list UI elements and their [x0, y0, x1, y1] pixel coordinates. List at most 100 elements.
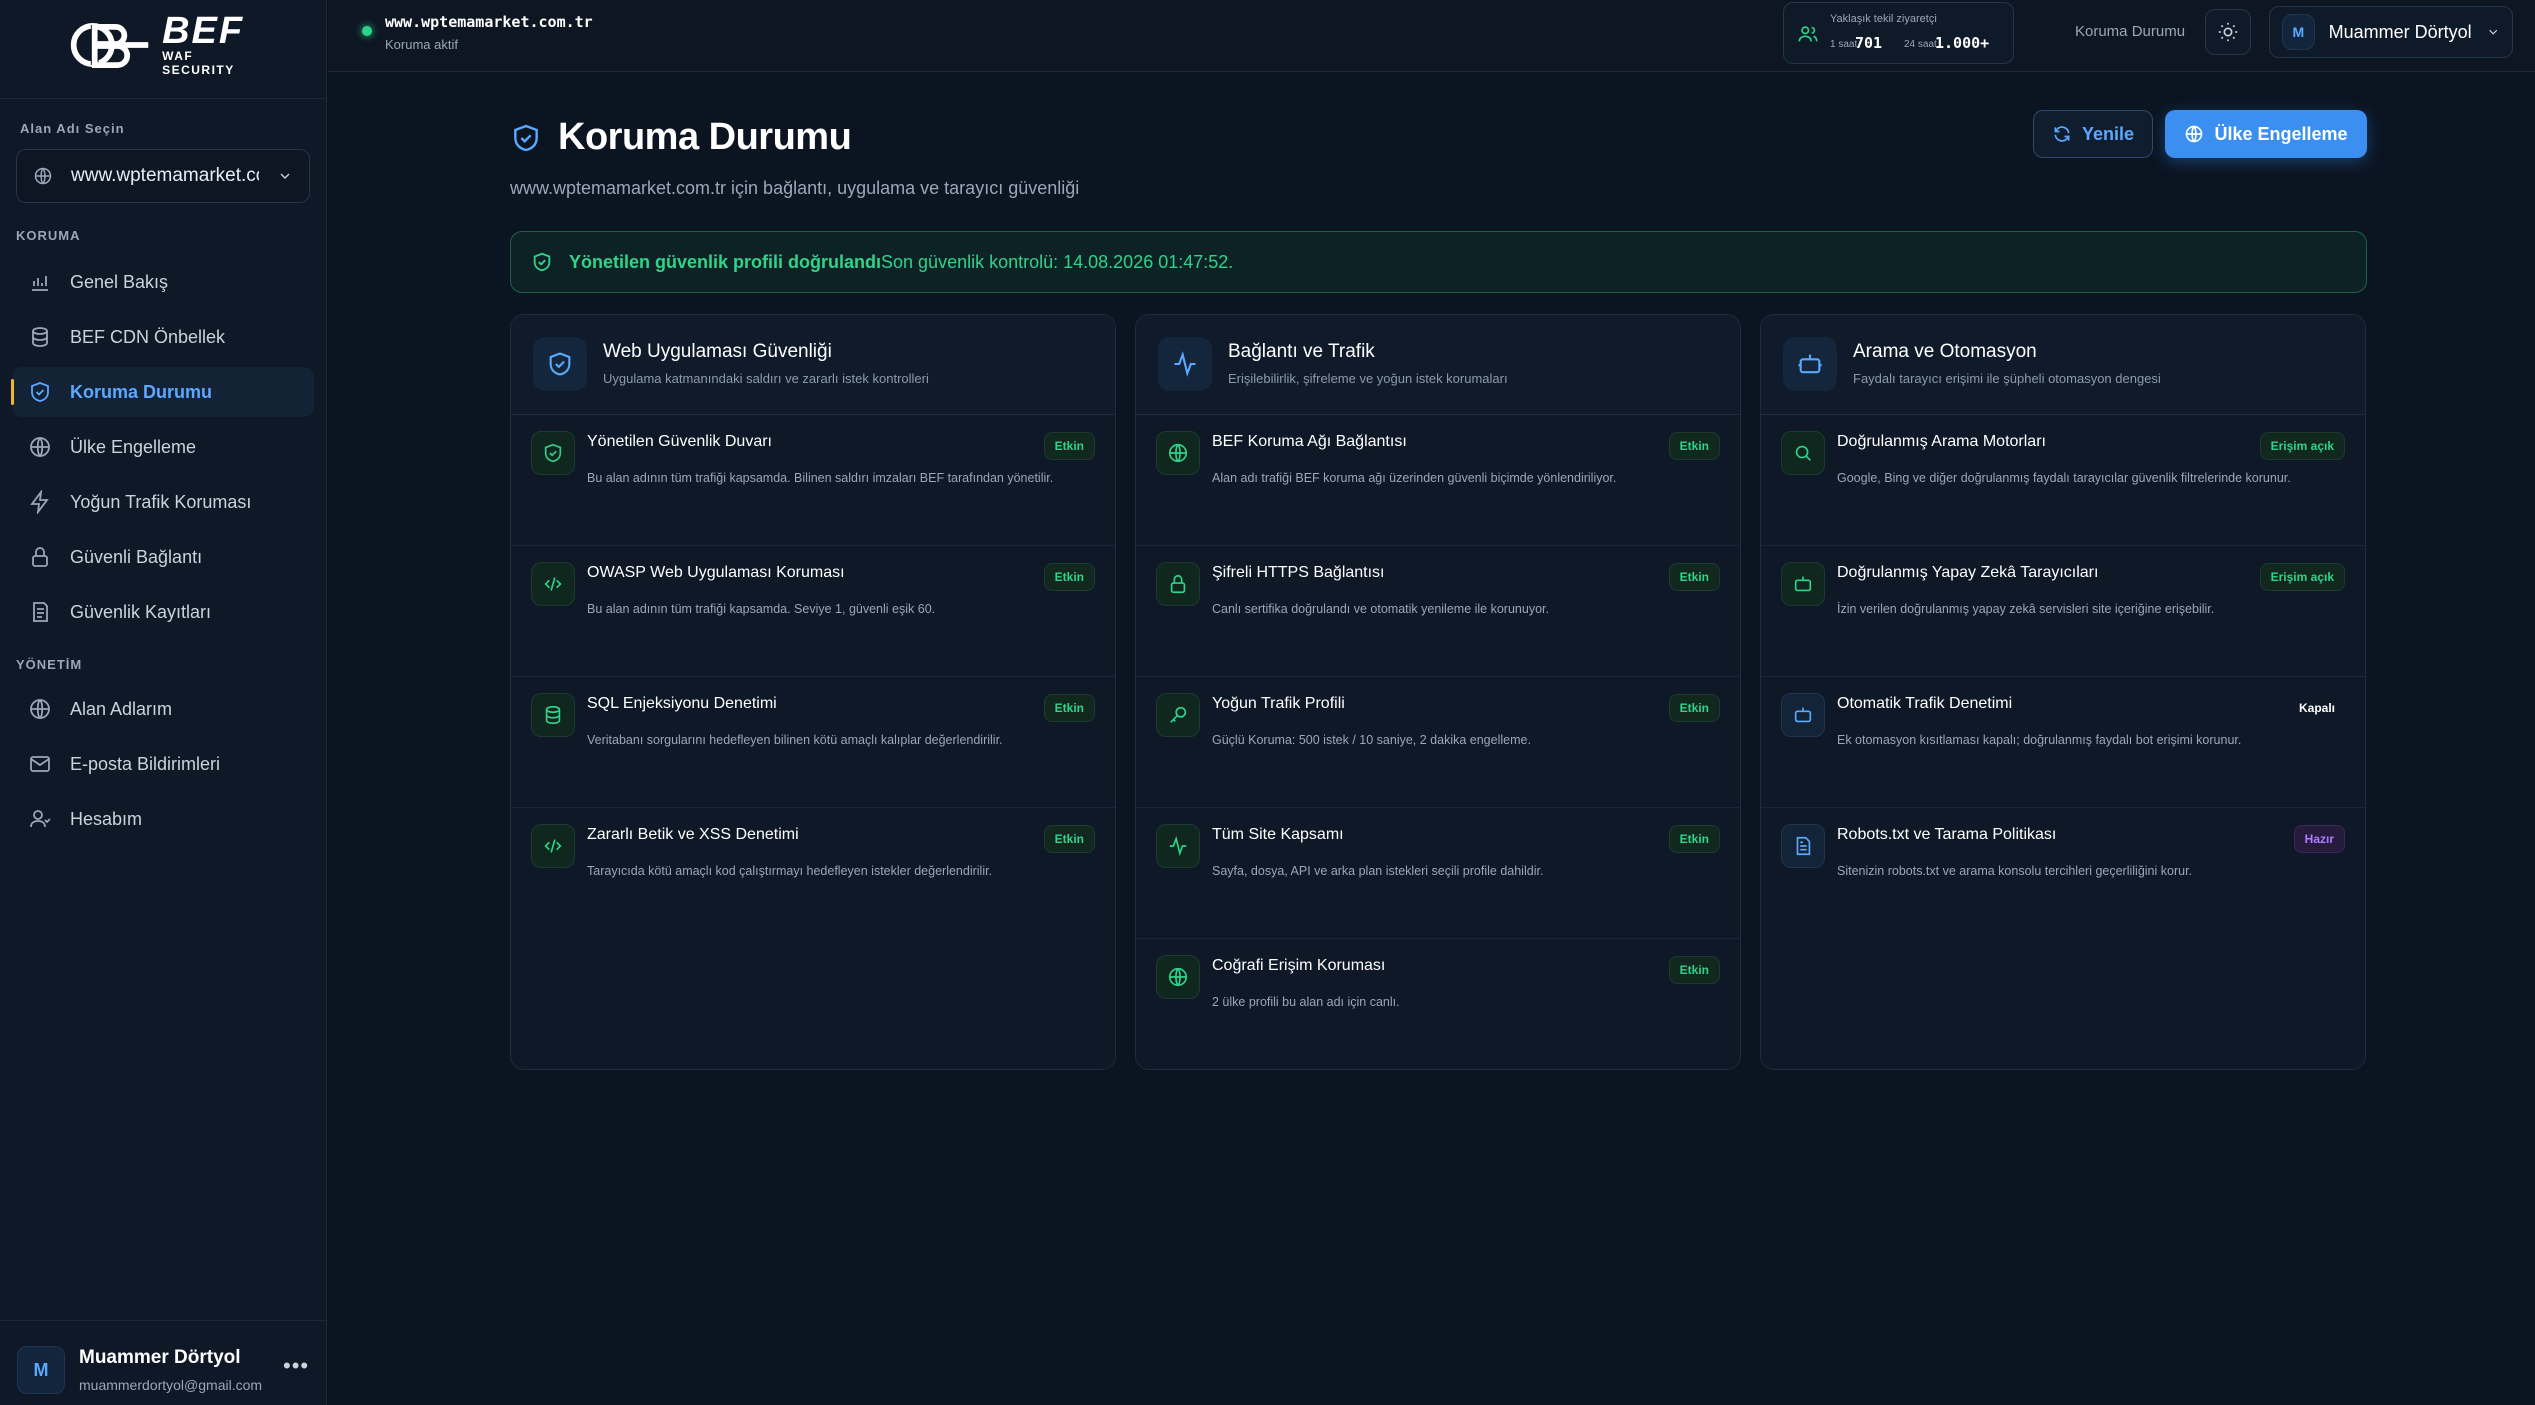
- section-label-yonetim: YÖNETİM: [16, 657, 83, 672]
- status-badge: Erişim açık: [2259, 432, 2345, 460]
- avatar[interactable]: M: [17, 1346, 65, 1394]
- domain-select[interactable]: www.wptemamarket.com.tr: [16, 149, 310, 203]
- chevron-down-icon: [280, 173, 290, 179]
- avatar: M: [2282, 14, 2315, 50]
- globe-icon: [1156, 955, 1200, 999]
- status-badge: Etkin: [1043, 694, 1095, 722]
- sidebar-item-secure-connection[interactable]: Güvenli Bağlantı: [12, 532, 314, 582]
- list-item: Doğrulanmış Arama Motorları Google, Bing…: [1761, 415, 2365, 546]
- current-page-label: Koruma Durumu: [2075, 23, 2186, 40]
- domain-select-value: www.wptemamarket.com.tr: [71, 165, 259, 186]
- robot-icon: [1781, 693, 1825, 737]
- status-badge: Etkin: [1668, 563, 1720, 591]
- activity-icon: [1158, 337, 1212, 391]
- section-label-koruma: KORUMA: [16, 228, 81, 243]
- card-connection-traffic: Bağlantı ve Trafik Erişilebilirlik, şifr…: [1135, 314, 1741, 1070]
- list-item: Coğrafi Erişim Koruması 2 ülke profili b…: [1136, 939, 1740, 1069]
- refresh-icon: [2054, 126, 2070, 142]
- item-title: Doğrulanmış Arama Motorları: [1837, 433, 2046, 450]
- sidebar-item-protection-status[interactable]: Koruma Durumu: [11, 367, 314, 417]
- visitors-title: Yaklaşık tekil ziyaretçi: [1830, 13, 1937, 25]
- user-menu-name: Muammer Dörtyol: [2328, 21, 2472, 42]
- card-title: Web Uygulaması Güvenliği: [603, 341, 832, 362]
- card-web-application-security: Web Uygulaması Güvenliği Uygulama katman…: [510, 314, 1116, 1070]
- card-header: Bağlantı ve Trafik Erişilebilirlik, şifr…: [1136, 315, 1740, 415]
- sidebar-item-label: Alan Adlarım: [70, 698, 173, 719]
- sidebar-item-cdn-cache[interactable]: BEF CDN Önbellek: [12, 312, 314, 362]
- card-title: Arama ve Otomasyon: [1853, 341, 2037, 362]
- status-badge: Etkin: [1668, 956, 1720, 984]
- item-title: SQL Enjeksiyonu Denetimi: [587, 695, 777, 712]
- sidebar-divider: [0, 98, 327, 99]
- code-icon: [531, 824, 575, 868]
- item-title: Robots.txt ve Tarama Politikası: [1837, 826, 2057, 843]
- theme-toggle-button[interactable]: [2205, 9, 2251, 55]
- status-dot-icon: [362, 26, 372, 36]
- sidebar-item-domains[interactable]: Alan Adlarım: [12, 684, 314, 734]
- sidebar-item-country-block[interactable]: Ülke Engelleme: [12, 422, 314, 472]
- sidebar-item-overview[interactable]: Genel Bakış: [12, 257, 314, 307]
- status-badge: Etkin: [1043, 563, 1095, 591]
- list-item: Şifreli HTTPS Bağlantısı Canlı sertifika…: [1136, 546, 1740, 677]
- site-status: Koruma aktif: [385, 37, 458, 52]
- refresh-button[interactable]: Yenile: [2033, 110, 2153, 158]
- page-header: Koruma Durumu: [510, 116, 852, 159]
- bef-logo-icon: [70, 23, 149, 68]
- site-url: www.wptemamarket.com.tr: [385, 13, 593, 31]
- sidebar-item-label: BEF CDN Önbellek: [70, 326, 226, 347]
- sidebar: BEF WAF SECURITY Alan Adı Seçin www.wpte…: [0, 0, 327, 1405]
- sidebar-item-label: E-posta Bildirimleri: [70, 753, 221, 774]
- item-description: Veritabanı sorgularını hedefleyen biline…: [587, 733, 1003, 747]
- card-subtitle: Faydalı tarayıcı erişimi ile şüpheli oto…: [1853, 371, 2161, 386]
- status-badge: Etkin: [1668, 432, 1720, 460]
- item-description: Sitenizin robots.txt ve arama konsolu te…: [1837, 864, 2193, 878]
- lock-icon: [1156, 562, 1200, 606]
- users-icon: [1798, 26, 1818, 42]
- item-description: Tarayıcıda kötü amaçlı kod çalıştırmayı …: [587, 864, 993, 878]
- shield-check-icon: [533, 337, 587, 391]
- user-email: muammerdortyol@gmail.com: [79, 1377, 263, 1393]
- user-menu-button[interactable]: M Muammer Dörtyol: [2269, 6, 2513, 58]
- sidebar-item-heavy-traffic[interactable]: Yoğun Trafik Koruması: [12, 477, 314, 527]
- card-header: Arama ve Otomasyon Faydalı tarayıcı eriş…: [1761, 315, 2365, 415]
- list-item: Tüm Site Kapsamı Sayfa, dosya, API ve ar…: [1136, 808, 1740, 939]
- item-description: Canlı sertifika doğrulandı ve otomatik y…: [1212, 602, 1549, 616]
- document-icon: [1781, 824, 1825, 868]
- brand-logo[interactable]: BEF WAF SECURITY: [66, 12, 266, 77]
- sidebar-item-label: Hesabım: [70, 808, 143, 829]
- card-subtitle: Uygulama katmanındaki saldırı ve zararlı…: [603, 371, 929, 386]
- user-icon: [30, 810, 51, 828]
- item-description: Güçlü Koruma: 500 istek / 10 saniye, 2 d…: [1212, 733, 1531, 747]
- item-description: 2 ülke profili bu alan adı için canlı.: [1212, 995, 1400, 1009]
- key-icon: [1156, 693, 1200, 737]
- topbar: www.wptemamarket.com.tr Koruma aktif Yak…: [328, 0, 2535, 72]
- visitors-1h-value: 701: [1855, 34, 1883, 52]
- status-badge: Hazır: [2293, 825, 2345, 853]
- more-options-icon[interactable]: •••: [283, 1353, 309, 1379]
- card-search-automation: Arama ve Otomasyon Faydalı tarayıcı eriş…: [1760, 314, 2366, 1070]
- alert-text: Son güvenlik kontrolü: 14.08.2026 01:47:…: [881, 251, 1234, 272]
- sidebar-item-label: Koruma Durumu: [70, 381, 213, 402]
- robot-icon: [1781, 562, 1825, 606]
- visitors-1h-label: 1 saat: [1830, 39, 1858, 50]
- log-icon: [33, 602, 48, 622]
- card-title: Bağlantı ve Trafik: [1228, 341, 1375, 362]
- alert-title: Yönetilen güvenlik profili doğrulandı: [569, 251, 882, 272]
- page-subtitle: www.wptemamarket.com.tr için bağlantı, u…: [510, 178, 1080, 198]
- user-name: Muammer Dörtyol: [79, 1347, 241, 1368]
- sidebar-item-email-notifications[interactable]: E-posta Bildirimleri: [12, 739, 314, 789]
- country-block-button[interactable]: Ülke Engelleme: [2165, 110, 2367, 158]
- shield-icon: [31, 382, 49, 402]
- sidebar-item-security-logs[interactable]: Güvenlik Kayıtları: [12, 587, 314, 637]
- list-item: Otomatik Trafik Denetimi Ek otomasyon kı…: [1761, 677, 2365, 808]
- status-badge: Kapalı: [2298, 701, 2335, 715]
- sidebar-item-account[interactable]: Hesabım: [12, 794, 314, 844]
- item-description: Bu alan adının tüm trafiği kapsamda. Bil…: [587, 471, 1054, 485]
- list-item: Zararlı Betik ve XSS Denetimi Tarayıcıda…: [511, 808, 1115, 939]
- list-item: SQL Enjeksiyonu Denetimi Veritabanı sorg…: [511, 677, 1115, 808]
- activity-icon: [1156, 824, 1200, 868]
- shield-check-icon: [533, 252, 551, 272]
- verification-alert: Yönetilen güvenlik profili doğrulandıSon…: [510, 231, 2367, 293]
- list-item: Yoğun Trafik Profili Güçlü Koruma: 500 i…: [1136, 677, 1740, 808]
- card-subtitle: Erişilebilirlik, şifreleme ve yoğun iste…: [1228, 371, 1508, 386]
